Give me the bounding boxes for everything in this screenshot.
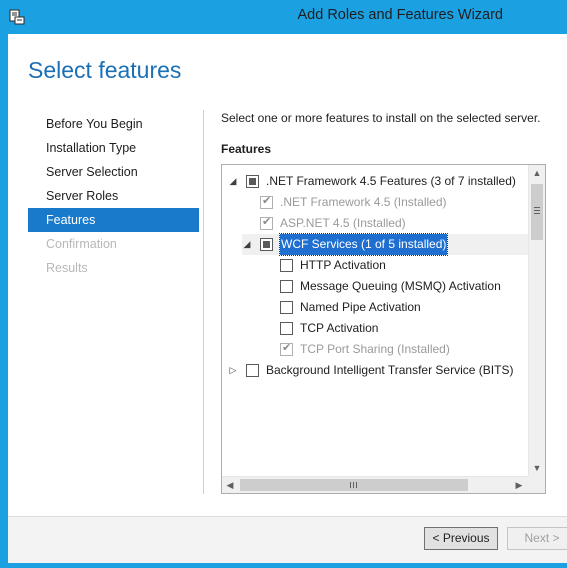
tree-item-label: TCP Activation bbox=[300, 321, 379, 335]
feature-checkbox: ✔ bbox=[280, 342, 293, 356]
wizard-nav: Before You Begin Installation Type Server … bbox=[28, 112, 199, 280]
feature-checkbox[interactable] bbox=[246, 175, 259, 188]
nav-item-before-you-begin[interactable]: Before You Begin bbox=[28, 112, 199, 136]
feature-checkbox: ✔ bbox=[260, 195, 273, 209]
window-border-bottom bbox=[0, 563, 567, 568]
horizontal-scroll-thumb[interactable] bbox=[240, 479, 468, 491]
scroll-left-icon[interactable]: ◀ bbox=[222, 477, 238, 493]
feature-checkbox[interactable] bbox=[260, 238, 273, 251]
tree-item[interactable]: Message Queuing (MSMQ) Activation bbox=[222, 276, 527, 297]
next-button[interactable]: Next > bbox=[507, 527, 567, 550]
tree-item[interactable]: HTTP Activation bbox=[222, 255, 527, 276]
feature-checkbox: ✔ bbox=[260, 216, 273, 230]
tree-item[interactable]: Named Pipe Activation bbox=[222, 297, 527, 318]
nav-item-server-selection[interactable]: Server Selection bbox=[28, 160, 199, 184]
nav-divider bbox=[203, 110, 204, 494]
tree-item[interactable]: ✔ TCP Port Sharing (Installed) bbox=[222, 339, 527, 360]
tree-item-label: .NET Framework 4.5 Features (3 of 7 inst… bbox=[266, 174, 516, 188]
tree-item[interactable]: ✔ ASP.NET 4.5 (Installed) bbox=[222, 213, 527, 234]
collapse-arrow-icon[interactable]: ◢ bbox=[242, 234, 252, 255]
tree-item-label: WCF Services (1 of 5 installed) bbox=[278, 233, 449, 256]
instruction-text: Select one or more features to install o… bbox=[221, 111, 541, 125]
page-title: Select features bbox=[28, 57, 182, 83]
feature-checkbox[interactable] bbox=[280, 259, 293, 272]
nav-item-results: Results bbox=[46, 261, 88, 275]
tree-item-label: Message Queuing (MSMQ) Activation bbox=[300, 279, 501, 293]
window-border-left bbox=[0, 34, 8, 568]
window-title: Add Roles and Features Wizard bbox=[297, 7, 503, 23]
scroll-up-icon[interactable]: ▲ bbox=[529, 165, 545, 182]
checkmark-icon: ✔ bbox=[282, 342, 292, 354]
tree-item[interactable]: TCP Activation bbox=[222, 318, 527, 339]
nav-item-confirmation: Confirmation bbox=[46, 237, 117, 251]
feature-checkbox[interactable] bbox=[280, 301, 293, 314]
horizontal-scrollbar[interactable]: ◀ ▶ bbox=[222, 476, 545, 493]
partial-check-icon bbox=[249, 178, 256, 185]
tree-item-label: ASP.NET 4.5 (Installed) bbox=[280, 216, 406, 230]
feature-checkbox[interactable] bbox=[280, 322, 293, 335]
tree-item[interactable]: ◢ WCF Services (1 of 5 installed) bbox=[222, 233, 527, 256]
footer-divider bbox=[8, 516, 567, 517]
nav-item-installation-type[interactable]: Installation Type bbox=[28, 136, 199, 160]
tree-item-label: Named Pipe Activation bbox=[300, 300, 421, 314]
tree-item-label: HTTP Activation bbox=[300, 258, 386, 272]
checkmark-icon: ✔ bbox=[262, 216, 272, 228]
grip-icon bbox=[534, 207, 540, 208]
previous-button[interactable]: < Previous bbox=[424, 527, 498, 550]
collapse-arrow-icon[interactable]: ◢ bbox=[228, 171, 238, 192]
tree-item-label: Background Intelligent Transfer Service … bbox=[266, 363, 514, 377]
checkmark-icon: ✔ bbox=[262, 195, 272, 207]
scroll-right-icon[interactable]: ▶ bbox=[511, 477, 527, 493]
scroll-down-icon[interactable]: ▼ bbox=[529, 460, 545, 477]
tree-item[interactable]: ▷ Background Intelligent Transfer Service… bbox=[222, 360, 527, 381]
vertical-scrollbar[interactable]: ▲ ▼ bbox=[528, 165, 545, 477]
title-bar[interactable]: Add Roles and Features Wizard bbox=[0, 0, 567, 34]
feature-checkbox[interactable] bbox=[246, 364, 259, 377]
features-heading: Features bbox=[221, 142, 272, 156]
grip-icon bbox=[350, 482, 351, 488]
tree-item-label: .NET Framework 4.5 (Installed) bbox=[280, 195, 447, 209]
tree-item-label: TCP Port Sharing (Installed) bbox=[300, 342, 450, 356]
nav-item-server-roles[interactable]: Server Roles bbox=[28, 184, 199, 208]
scrollbar-corner bbox=[528, 476, 545, 493]
feature-checkbox[interactable] bbox=[280, 280, 293, 293]
features-tree[interactable]: ▲ ▼ ◀ ▶ ◢ .NET Framework 4.5 Features (3 … bbox=[221, 164, 546, 494]
vertical-scroll-thumb[interactable] bbox=[531, 184, 543, 240]
tree-item[interactable]: ✔ .NET Framework 4.5 (Installed) bbox=[222, 192, 527, 213]
expand-arrow-icon[interactable]: ▷ bbox=[228, 360, 238, 381]
partial-check-icon bbox=[263, 241, 270, 248]
nav-item-features[interactable]: Features bbox=[28, 208, 199, 232]
tree-item[interactable]: ◢ .NET Framework 4.5 Features (3 of 7 ins… bbox=[222, 171, 527, 192]
